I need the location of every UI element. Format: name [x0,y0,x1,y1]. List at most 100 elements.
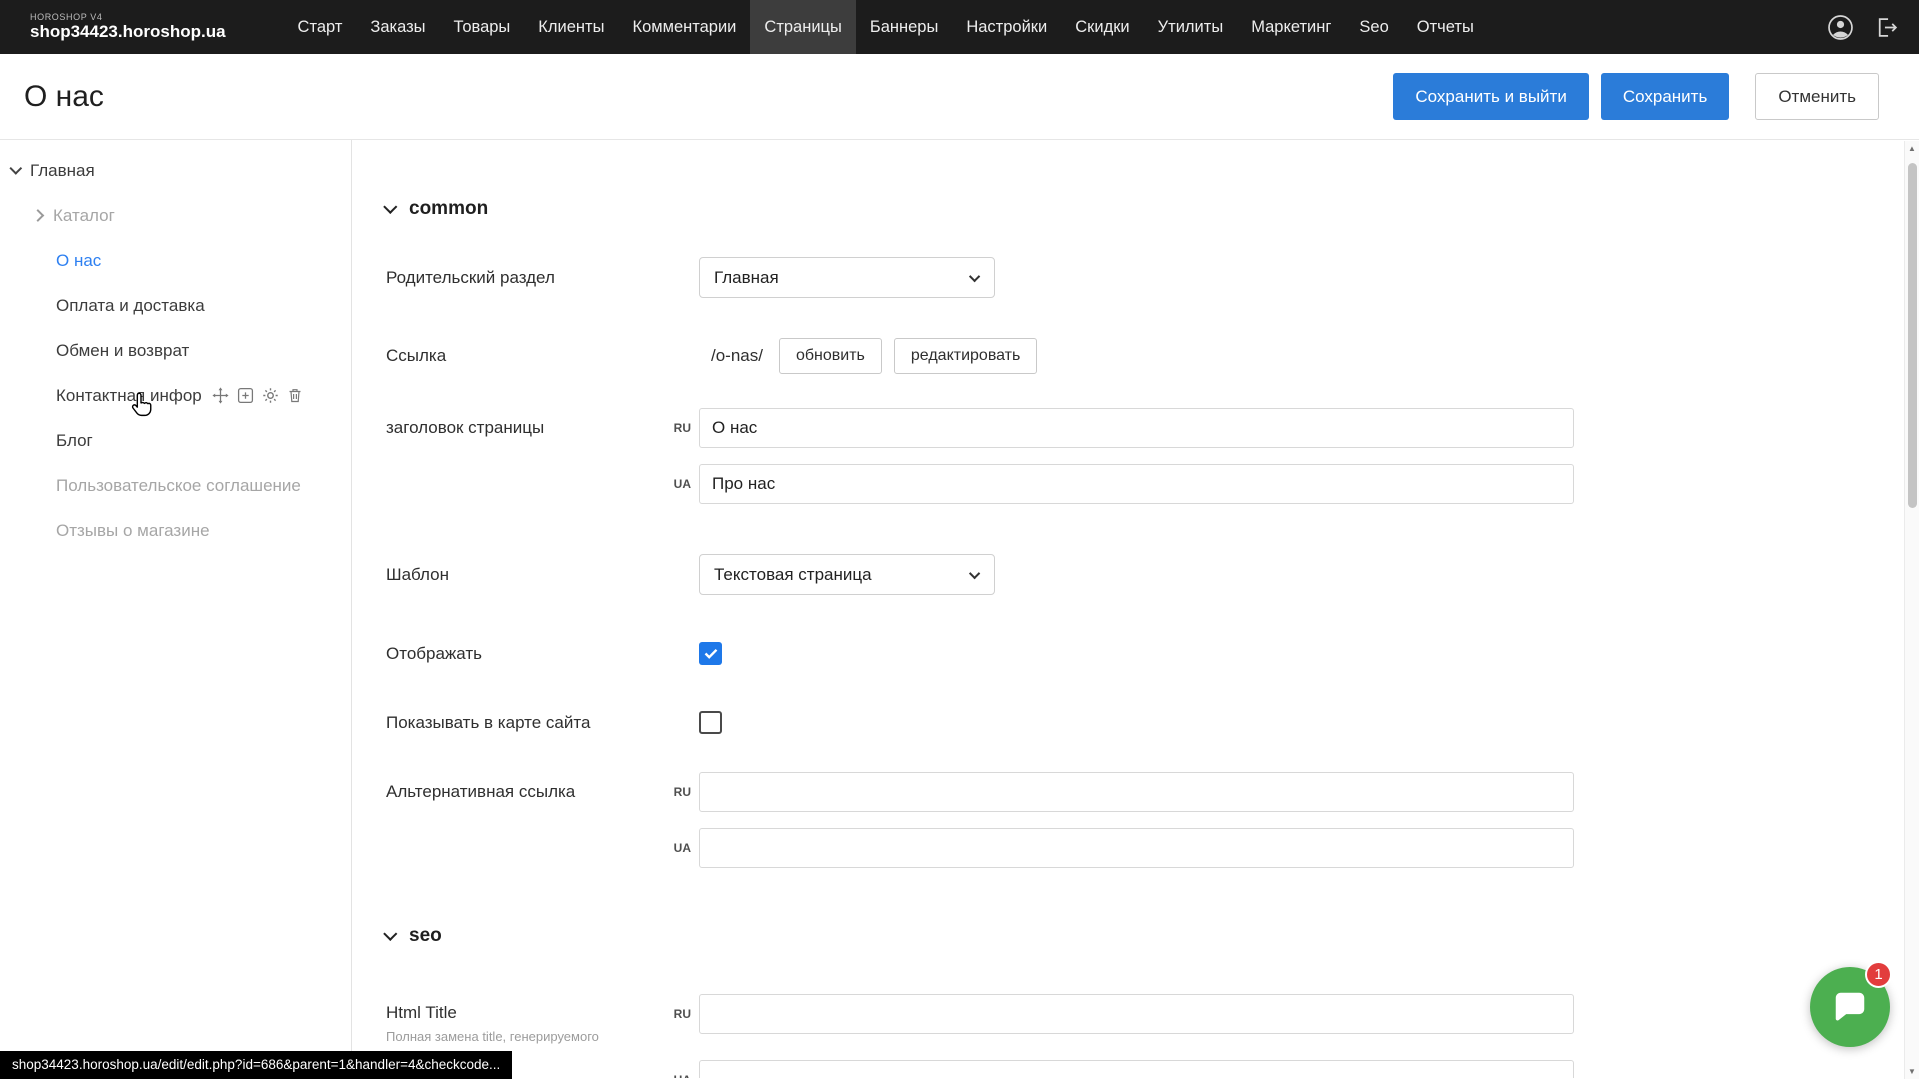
lang-badge-ru: RU [669,421,699,435]
page-title-ru-input[interactable] [699,408,1574,448]
trash-icon[interactable] [287,387,303,404]
menu-item-start[interactable]: Старт [284,0,357,54]
sidebar-item-glavnaya[interactable]: Главная [0,148,351,193]
sidebar-item-katalog[interactable]: Каталог [0,193,351,238]
add-icon[interactable] [237,387,254,404]
chevron-down-icon [383,927,397,941]
chevron-down-icon [383,200,397,214]
link-edit-button[interactable]: редактировать [894,338,1037,374]
html-title-ua-input[interactable] [699,1060,1574,1078]
field-label: Показывать в карте сайта [386,713,669,733]
logo[interactable]: HOROSHOP V4 shop34423.horoshop.ua [30,0,226,54]
field-label: Html Title [386,1003,669,1023]
sidebar-item-oplata[interactable]: Оплата и доставка [0,283,351,328]
chat-launcher-button[interactable]: 1 [1810,967,1890,1047]
page-title: О нас [24,80,104,114]
tree-item-label: Контактная инфор [56,386,202,406]
tree-item-label: О нас [56,251,101,271]
form-row-link: Ссылка /o-nas/ обновить редактировать [386,338,1919,374]
menu-item-products[interactable]: Товары [440,0,525,54]
form-row-sitemap: Показывать в карте сайта [386,711,1919,734]
scrollbar-thumb[interactable] [1908,163,1917,508]
logo-version: HOROSHOP V4 [30,12,226,22]
alt-link-ua-input[interactable] [699,828,1574,868]
form-row-alt-link-ua: UA [386,828,1919,868]
form-row-parent-section: Родительский раздел Главная [386,257,1919,298]
link-refresh-button[interactable]: обновить [779,338,882,374]
menu-item-reports[interactable]: Отчеты [1403,0,1488,54]
menu-item-settings[interactable]: Настройки [952,0,1061,54]
sidebar-item-blog[interactable]: Блог [0,418,351,463]
template-select[interactable]: Текстовая страница [699,554,995,595]
save-exit-button[interactable]: Сохранить и выйти [1393,73,1588,120]
page-title-ua-input[interactable] [699,464,1574,504]
field-label: Родительский раздел [386,268,669,288]
field-label: Ссылка [386,346,669,366]
lang-badge-ru: RU [669,994,699,1021]
sitemap-checkbox[interactable] [699,711,722,734]
menu-item-seo[interactable]: Seo [1345,0,1402,54]
field-label-block: Html Title Полная замена title, генериру… [386,994,669,1044]
lang-badge-ua: UA [669,841,699,855]
tree-item-label: Обмен и возврат [56,341,189,361]
menu-item-utilities[interactable]: Утилиты [1144,0,1238,54]
form-row-page-title-ua: UA [386,464,1919,504]
move-icon[interactable] [212,387,229,404]
save-button[interactable]: Сохранить [1601,73,1729,120]
edit-form: common Родительский раздел Главная Ссылк… [352,140,1919,1078]
tree-item-actions [212,387,303,404]
form-row-html-title-ua: UA [386,1060,1919,1078]
cancel-button[interactable]: Отменить [1755,73,1879,120]
select-value: Текстовая страница [714,565,872,585]
sidebar-item-otzyvy[interactable]: Отзывы о магазине [0,508,351,553]
account-icon[interactable] [1827,14,1854,41]
field-label: Шаблон [386,565,669,585]
html-title-ru-input[interactable] [699,994,1574,1034]
menu-item-orders[interactable]: Заказы [356,0,439,54]
alt-link-ru-input[interactable] [699,772,1574,812]
page-header: О нас Сохранить и выйти Сохранить Отмени… [0,54,1919,140]
menu-item-discounts[interactable]: Скидки [1061,0,1143,54]
logout-icon[interactable] [1874,15,1899,40]
chevron-right-icon [32,209,45,222]
chat-bubble-icon [1831,988,1869,1026]
display-checkbox[interactable] [699,642,722,665]
tree-item-label: Отзывы о магазине [56,521,210,541]
check-icon [704,648,718,659]
tree-item-label: Блог [56,431,93,451]
lang-badge-ua: UA [669,477,699,491]
parent-section-select[interactable]: Главная [699,257,995,298]
chevron-down-icon [969,270,980,281]
sidebar-item-o-nas[interactable]: О нас [0,238,351,283]
menu-item-marketing[interactable]: Маркетинг [1237,0,1345,54]
form-row-display: Отображать [386,642,1919,665]
menu-item-pages[interactable]: Страницы [750,0,855,54]
form-row-html-title-ru: Html Title Полная замена title, генериру… [386,994,1919,1044]
sidebar-item-obmen[interactable]: Обмен и возврат [0,328,351,373]
tree-item-label: Каталог [53,206,115,226]
sidebar-item-polzovatelskoe[interactable]: Пользовательское соглашение [0,463,351,508]
scroll-up-arrow[interactable]: ▲ [1905,141,1919,156]
form-row-template: Шаблон Текстовая страница [386,554,1919,595]
sidebar-item-kontaktnaya[interactable]: Контактная инфор [0,373,351,418]
section-seo[interactable]: seo [386,924,1919,948]
chevron-down-icon [9,162,22,175]
menu-item-comments[interactable]: Комментарии [618,0,750,54]
lang-badge-ua: UA [669,1073,699,1078]
gear-icon[interactable] [262,387,279,404]
form-row-alt-link-ru: Альтернативная ссылка RU [386,772,1919,812]
field-label: Отображать [386,644,669,664]
menu-item-banners[interactable]: Баннеры [856,0,952,54]
screen: HOROSHOP V4 shop34423.horoshop.ua Старт … [0,0,1919,1078]
menu-item-clients[interactable]: Клиенты [524,0,618,54]
lang-badge-ru: RU [669,785,699,799]
section-common[interactable]: common [386,197,1919,221]
topbar: HOROSHOP V4 shop34423.horoshop.ua Старт … [0,0,1919,54]
form-row-page-title-ru: заголовок страницы RU [386,408,1919,448]
field-label: Альтернативная ссылка [386,782,669,802]
link-path: /o-nas/ [711,346,763,366]
scroll-down-arrow[interactable]: ▼ [1905,1064,1919,1079]
page-body: Главная Каталог О нас Оплата и доставка … [0,140,1919,1078]
vertical-scrollbar[interactable]: ▲ ▼ [1904,141,1919,1079]
chat-unread-badge: 1 [1865,961,1892,988]
